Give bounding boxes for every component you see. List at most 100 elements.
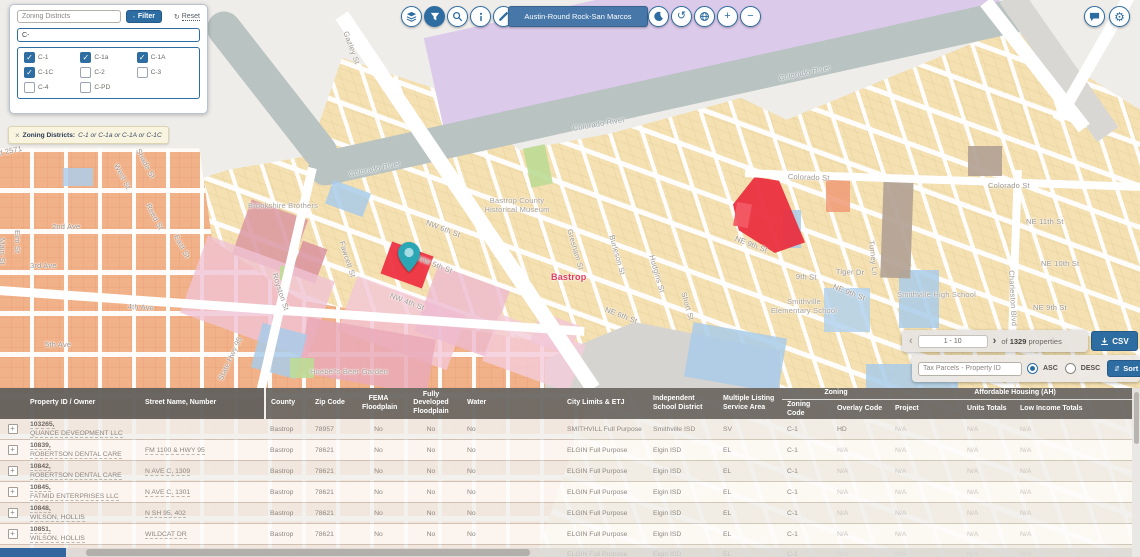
reset-view-button[interactable]: ↺ xyxy=(671,6,692,27)
reset-icon: ↻ xyxy=(173,13,180,21)
map-river-bend xyxy=(200,4,344,176)
sort-asc-radio[interactable] xyxy=(1027,363,1038,374)
owner-link[interactable]: WILSON, HOLLIS xyxy=(30,514,85,523)
street-link[interactable]: N AVE C, 1309 xyxy=(145,467,191,476)
expand-row-icon[interactable]: + xyxy=(7,508,18,519)
page-prev-button[interactable]: ‹ xyxy=(909,335,913,347)
property-id-link[interactable]: 103265, xyxy=(30,421,55,430)
checkbox[interactable]: ✓ xyxy=(80,52,92,63)
checkbox[interactable]: ✓ xyxy=(136,67,148,78)
basemap-button[interactable] xyxy=(694,6,715,27)
map-parcel-salmon xyxy=(826,180,850,212)
cell-zoning-code: C-1 xyxy=(782,481,832,504)
results-table[interactable]: Property ID / Owner Street Name, Number … xyxy=(0,388,1140,557)
zoning-option[interactable]: ✓ C-PD xyxy=(80,82,136,93)
property-id-link[interactable]: 10839, xyxy=(30,442,51,451)
sort-field-input[interactable] xyxy=(918,361,1022,376)
table-row[interactable]: + 10839, ROBERTSON DENTAL CARE FM 1100 & … xyxy=(0,439,1140,462)
dark-mode-button[interactable] xyxy=(648,6,669,27)
zoning-search-input[interactable] xyxy=(17,28,200,42)
cell-project: N/A xyxy=(890,502,963,525)
zoom-out-button[interactable]: − xyxy=(740,6,761,27)
result-count: of 1329 properties xyxy=(1001,336,1062,346)
cell-units: N/A xyxy=(962,419,1016,441)
expand-row-icon[interactable]: + xyxy=(7,424,18,435)
property-id-link[interactable]: 10848, xyxy=(30,505,51,514)
cell-fema: No xyxy=(357,439,400,462)
zoning-option[interactable]: ✓ C-1A xyxy=(136,52,193,63)
table-row[interactable]: + 103265, QUANCE DEVEOPMENT LLC Bastrop 7… xyxy=(0,419,1140,441)
horizontal-scrollbar-thumb[interactable] xyxy=(86,549,530,556)
toolbar-right-group: ↺ + − xyxy=(648,6,761,27)
zoning-option[interactable]: ✓ C-2 xyxy=(80,67,136,78)
street-link[interactable]: N SH 95, 402 xyxy=(145,509,186,518)
street-link[interactable]: N AVE C, 1301 xyxy=(145,488,191,497)
cell-mls: EL xyxy=(718,481,782,504)
expand-row-icon[interactable]: + xyxy=(7,466,18,477)
layers-button[interactable] xyxy=(401,6,422,27)
checkbox[interactable]: ✓ xyxy=(80,82,92,93)
chip-value: C-1 or C-1a or C-1A or C-1C xyxy=(78,131,162,139)
col-street: Street Name, Number xyxy=(140,388,266,420)
map-poi-label: Bastrop County Historical Museum xyxy=(484,196,550,214)
expand-row-icon[interactable]: + xyxy=(7,529,18,540)
street-link[interactable]: FM 1100 & HWY 95 xyxy=(145,446,205,455)
map-street-label: NE 9th St xyxy=(1033,303,1067,312)
checkbox[interactable]: ✓ xyxy=(24,82,35,93)
zoning-option[interactable]: ✓ C-1 xyxy=(24,52,80,63)
sort-button[interactable]: Sort xyxy=(1107,360,1140,377)
checkbox[interactable]: ✓ xyxy=(136,52,148,63)
owner-link[interactable]: ROBERTSON DENTAL CARE xyxy=(30,472,122,481)
filter-tool-button[interactable] xyxy=(424,6,445,27)
vertical-scrollbar-thumb[interactable] xyxy=(1133,392,1139,444)
street-link[interactable]: WILDCAT DR xyxy=(145,530,187,539)
page-next-button[interactable]: › xyxy=(993,335,997,347)
owner-link[interactable]: FATMID ENTERPRISES LLC xyxy=(30,493,119,502)
page-range-input[interactable] xyxy=(917,334,988,348)
table-row[interactable]: + 10845, FATMID ENTERPRISES LLC N AVE C, … xyxy=(0,481,1140,504)
feedback-button[interactable] xyxy=(1084,6,1105,27)
cell-zip: 78621 xyxy=(310,481,357,504)
property-id-link[interactable]: 10851, xyxy=(30,526,51,535)
csv-export-button[interactable]: CSV xyxy=(1091,331,1138,351)
sort-bar: ASC DESC Sort xyxy=(912,355,1140,382)
map-poi-label: Brookshire Brothers xyxy=(248,201,319,210)
search-tool-button[interactable] xyxy=(447,6,468,27)
map-street-label: Colorado St xyxy=(988,181,1030,190)
filter-field-input[interactable] xyxy=(17,10,121,23)
sort-desc-radio[interactable] xyxy=(1064,363,1076,374)
property-id-link[interactable]: 10842, xyxy=(30,463,51,472)
owner-link[interactable]: WILSON, HOLLIS xyxy=(30,535,85,544)
checkbox[interactable]: ✓ xyxy=(24,67,35,78)
vertical-scrollbar[interactable] xyxy=(1132,388,1140,557)
region-selector-button[interactable]: Austin-Round Rock-San Marcos xyxy=(508,6,648,27)
owner-link[interactable]: ROBERTSON DENTAL CARE xyxy=(30,451,122,460)
map-street-label: Tiger Dr xyxy=(835,267,865,277)
filter-button[interactable]: Filter xyxy=(126,10,162,23)
remove-filter-icon[interactable]: × xyxy=(15,131,20,140)
table-row[interactable]: + 10842, ROBERTSON DENTAL CARE N AVE C, 1… xyxy=(0,460,1140,483)
table-row[interactable]: + 10851, WILSON, HOLLIS WILDCAT DR Bastro… xyxy=(0,523,1140,546)
col-fully-dev: Fully Developed Floodplain xyxy=(400,388,462,420)
cell-water: No xyxy=(462,502,562,525)
reset-button[interactable]: ↻ Reset xyxy=(174,13,200,21)
owner-link[interactable]: QUANCE DEVEOPMENT LLC xyxy=(30,430,123,439)
expand-row-icon[interactable]: + xyxy=(7,445,18,456)
col-low-income: Low Income Totals xyxy=(1015,399,1140,420)
zoom-in-button[interactable]: + xyxy=(717,6,738,27)
cell-fema: No xyxy=(357,481,400,504)
settings-button[interactable]: ⚙ xyxy=(1109,6,1130,27)
zoning-option[interactable]: ✓ C-1a xyxy=(80,52,136,63)
info-button[interactable] xyxy=(470,6,491,27)
map-street-label: NE 10th St xyxy=(1041,259,1080,268)
expand-row-icon[interactable]: + xyxy=(7,487,18,498)
zoning-option[interactable]: ✓ C-3 xyxy=(136,67,193,78)
zoning-option[interactable]: ✓ C-1C xyxy=(24,67,80,78)
property-id-link[interactable]: 10845, xyxy=(30,484,51,493)
sort-arrows-icon xyxy=(1115,366,1120,371)
map-pin[interactable] xyxy=(398,242,420,272)
checkbox[interactable]: ✓ xyxy=(24,52,35,63)
checkbox[interactable]: ✓ xyxy=(80,67,92,78)
table-row[interactable]: + 10848, WILSON, HOLLIS N SH 95, 402 Bast… xyxy=(0,502,1140,525)
zoning-option[interactable]: ✓ C-4 xyxy=(24,82,80,93)
